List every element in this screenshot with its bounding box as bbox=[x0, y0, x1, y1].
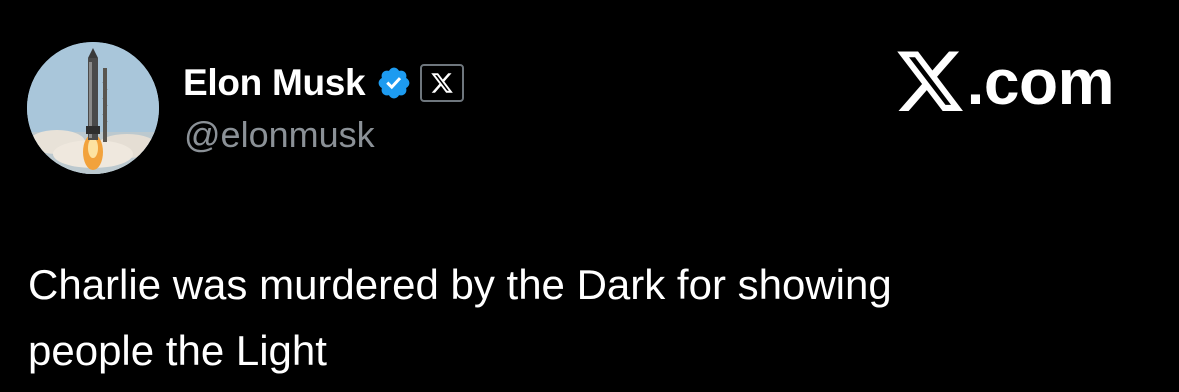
x-logo-icon[interactable] bbox=[420, 64, 465, 102]
rocket-launch-avatar bbox=[27, 42, 159, 174]
author-display-name[interactable]: Elon Musk bbox=[183, 62, 366, 104]
verified-badge-icon[interactable] bbox=[376, 65, 412, 101]
tweet-screenshot: Elon Musk @elonmusk .com Charlie was mur… bbox=[0, 0, 1179, 392]
brand-logo: .com bbox=[893, 46, 1115, 118]
brand-domain-text: .com bbox=[966, 46, 1115, 118]
x-logo-icon bbox=[896, 51, 963, 111]
author-handle[interactable]: @elonmusk bbox=[184, 114, 375, 156]
tweet-body: Charlie was murdered by the Dark for sho… bbox=[28, 252, 1158, 384]
tweet-text-line-2: people the Light bbox=[28, 327, 327, 374]
avatar[interactable] bbox=[27, 42, 159, 174]
tweet-text-line-1: Charlie was murdered by the Dark for sho… bbox=[28, 261, 892, 308]
author-name-row: Elon Musk bbox=[183, 58, 465, 108]
